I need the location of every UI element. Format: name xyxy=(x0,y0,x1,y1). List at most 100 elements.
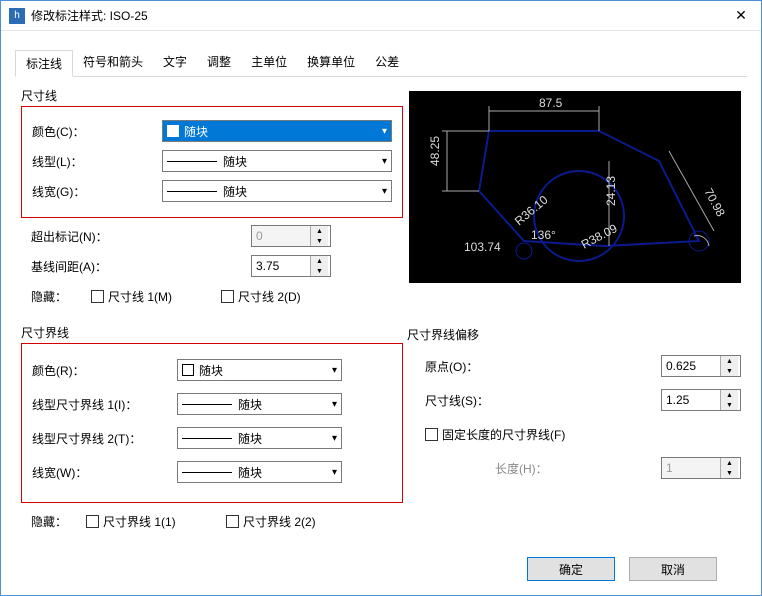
ext-lw-combo[interactable]: 随块 ▾ xyxy=(177,461,342,483)
hide-dim1-label: 尺寸线 1(M) xyxy=(108,288,172,305)
checkbox-icon xyxy=(91,290,104,303)
ext-lt2-combo[interactable]: 随块 ▾ xyxy=(177,427,342,449)
dim-top: 87.5 xyxy=(539,96,563,110)
chevron-down-icon: ▾ xyxy=(332,467,337,478)
hide-dim1-checkbox[interactable]: 尺寸线 1(M) xyxy=(91,288,221,305)
line-sample-icon xyxy=(167,161,217,162)
ext-lw-value: 随块 xyxy=(238,464,262,481)
cancel-button[interactable]: 取消 xyxy=(629,557,717,581)
linetype-combo[interactable]: 随块 ▾ xyxy=(162,150,392,172)
hide-ext2-checkbox[interactable]: 尺寸界线 2(2) xyxy=(226,513,316,530)
hide-dim2-label: 尺寸线 2(D) xyxy=(238,288,301,305)
angle-text: 136° xyxy=(531,228,556,242)
baseline-spinner[interactable]: ▲▼ xyxy=(251,255,331,277)
chevron-down-icon: ▾ xyxy=(382,156,387,167)
line-sample-icon xyxy=(182,472,232,473)
spin-up-icon[interactable]: ▲ xyxy=(721,390,738,400)
hide-label: 隐藏： xyxy=(31,288,91,305)
tab-symbols[interactable]: 符号和箭头 xyxy=(73,49,153,76)
close-icon[interactable]: ✕ xyxy=(729,7,753,24)
offset-group-title: 尺寸界线偏移 xyxy=(405,326,741,343)
title-bar: h 修改标注样式: ISO-25 ✕ xyxy=(1,1,761,31)
chevron-down-icon: ▾ xyxy=(332,365,337,376)
spin-up-icon[interactable]: ▲ xyxy=(311,256,328,266)
hide-ext1-label: 尺寸界线 1(1) xyxy=(103,513,176,530)
hide-ext1-checkbox[interactable]: 尺寸界线 1(1) xyxy=(86,513,226,530)
color-combo[interactable]: 随块 ▾ xyxy=(162,120,392,142)
ext-hide-label: 隐藏： xyxy=(31,513,86,530)
radius-text: 103.74 xyxy=(464,240,501,254)
fixed-length-checkbox[interactable]: 固定长度的尺寸界线(F) xyxy=(425,426,565,443)
ext-color-label: 颜色(R)： xyxy=(32,362,177,379)
tab-strip: 标注线 符号和箭头 文字 调整 主单位 换算单位 公差 xyxy=(1,31,761,76)
line-sample-icon xyxy=(182,438,232,439)
linetype-value: 随块 xyxy=(223,153,247,170)
app-icon: h xyxy=(9,8,25,24)
dimline-group-title: 尺寸线 xyxy=(21,87,403,104)
linetype-label: 线型(L)： xyxy=(32,153,162,170)
chevron-down-icon: ▾ xyxy=(332,399,337,410)
r3-text: R38.09 xyxy=(579,221,620,252)
tab-primary[interactable]: 主单位 xyxy=(241,49,297,76)
tab-dimlines[interactable]: 标注线 xyxy=(15,50,73,77)
line-sample-icon xyxy=(167,191,217,192)
ext-lt2-label: 线型尺寸界线 2(T)： xyxy=(32,430,177,447)
length-label: 长度(H)： xyxy=(495,460,661,477)
chevron-down-icon: ▾ xyxy=(332,433,337,444)
tab-text[interactable]: 文字 xyxy=(153,49,197,76)
extline-group-title: 尺寸界线 xyxy=(21,324,403,341)
ext-lt1-combo[interactable]: 随块 ▾ xyxy=(177,393,342,415)
tab-tolerance[interactable]: 公差 xyxy=(365,49,409,76)
dimline-offset-spinner[interactable]: ▲▼ xyxy=(661,389,741,411)
spin-down-icon: ▼ xyxy=(721,468,738,478)
ext-color-value: 随块 xyxy=(199,362,223,379)
dimline-offset-label: 尺寸线(S)： xyxy=(425,392,661,409)
preview-panel: 87.5 48.25 24.13 70.98 103.74 R36.10 136… xyxy=(409,91,741,283)
baseline-label: 基线间距(A)： xyxy=(31,258,161,275)
origin-label: 原点(O)： xyxy=(425,358,661,375)
r2-text: R36.10 xyxy=(512,192,551,228)
spin-down-icon: ▼ xyxy=(311,236,328,246)
extline-red-frame: 颜色(R)： 随块 ▾ 线型尺寸界线 1(I)： 随块 ▾ xyxy=(21,343,403,503)
spin-down-icon[interactable]: ▼ xyxy=(311,266,328,276)
length-spinner: ▲▼ xyxy=(661,457,741,479)
baseline-input[interactable] xyxy=(252,256,310,276)
checkbox-icon xyxy=(226,515,239,528)
origin-spinner[interactable]: ▲▼ xyxy=(661,355,741,377)
ext-color-combo[interactable]: 随块 ▾ xyxy=(177,359,342,381)
dim-mid: 24.13 xyxy=(604,176,618,206)
spin-down-icon[interactable]: ▼ xyxy=(721,400,738,410)
window-title: 修改标注样式: ISO-25 xyxy=(31,7,729,24)
chevron-down-icon: ▾ xyxy=(382,126,387,137)
dim-left: 48.25 xyxy=(428,136,442,166)
origin-input[interactable] xyxy=(662,356,720,376)
dimline-offset-input[interactable] xyxy=(662,390,720,410)
ext-lt2-value: 随块 xyxy=(238,430,262,447)
checkbox-icon xyxy=(425,428,438,441)
ext-lt1-label: 线型尺寸界线 1(I)： xyxy=(32,396,177,413)
beyond-input xyxy=(252,226,310,246)
spin-up-icon[interactable]: ▲ xyxy=(721,356,738,366)
chevron-down-icon: ▾ xyxy=(382,186,387,197)
length-input xyxy=(662,458,720,478)
ext-lw-label: 线宽(W)： xyxy=(32,464,177,481)
dimline-red-frame: 颜色(C)： 随块 ▾ 线型(L)： 随块 ▾ 线宽 xyxy=(21,106,403,218)
color-value: 随块 xyxy=(184,123,208,140)
checkbox-icon xyxy=(86,515,99,528)
spin-down-icon[interactable]: ▼ xyxy=(721,366,738,376)
dim-right: 70.98 xyxy=(701,186,728,219)
hide-ext2-label: 尺寸界线 2(2) xyxy=(243,513,316,530)
fixed-length-label: 固定长度的尺寸界线(F) xyxy=(442,426,565,443)
ext-lt1-value: 随块 xyxy=(238,396,262,413)
beyond-spinner: ▲▼ xyxy=(251,225,331,247)
beyond-label: 超出标记(N)： xyxy=(31,228,161,245)
lineweight-combo[interactable]: 随块 ▾ xyxy=(162,180,392,202)
lineweight-label: 线宽(G)： xyxy=(32,183,162,200)
tab-fit[interactable]: 调整 xyxy=(197,49,241,76)
lineweight-value: 随块 xyxy=(223,183,247,200)
tab-alternate[interactable]: 换算单位 xyxy=(297,49,365,76)
hide-dim2-checkbox[interactable]: 尺寸线 2(D) xyxy=(221,288,301,305)
spin-up-icon: ▲ xyxy=(311,226,328,236)
color-label: 颜色(C)： xyxy=(32,123,162,140)
ok-button[interactable]: 确定 xyxy=(527,557,615,581)
